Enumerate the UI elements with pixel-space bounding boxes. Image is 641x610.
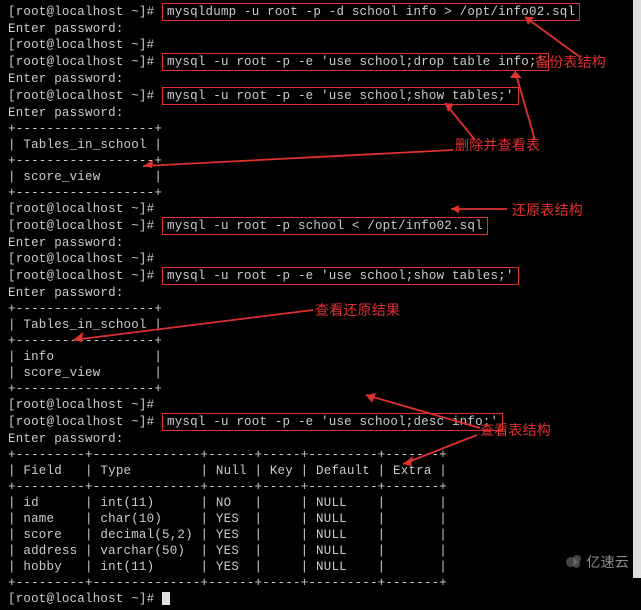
command-show-tables-2: mysql -u root -p -e 'use school;show tab… <box>162 267 519 285</box>
enter-password: Enter password: <box>8 235 633 251</box>
enter-password: Enter password: <box>8 71 633 87</box>
enter-password: Enter password: <box>8 21 633 37</box>
prompt: [root@localhost ~]# <box>8 269 154 283</box>
prompt: [root@localhost ~]# <box>8 219 154 233</box>
desc-header: | Field | Type | Null | Key | Default | … <box>8 463 633 479</box>
prompt: [root@localhost ~]# <box>8 415 154 429</box>
desc-separator: +---------+--------------+------+-----+-… <box>8 575 633 591</box>
desc-separator: +---------+--------------+------+-----+-… <box>8 479 633 495</box>
watermark-text: 亿速云 <box>586 554 629 570</box>
prompt: [root@localhost ~]# <box>8 38 154 52</box>
enter-password: Enter password: <box>8 105 633 121</box>
prompt: [root@localhost ~]# <box>8 55 154 69</box>
prompt: [root@localhost ~]# <box>8 592 154 606</box>
prompt: [root@localhost ~]# <box>8 202 154 216</box>
annotation-view-restore: 查看还原结果 <box>315 300 400 320</box>
prompt: [root@localhost ~]# <box>8 252 154 266</box>
table-separator: +------------------+ <box>8 153 633 169</box>
annotation-restore: 还原表结构 <box>512 200 583 220</box>
command-show-tables-1: mysql -u root -p -e 'use school;show tab… <box>162 87 519 105</box>
prompt: [root@localhost ~]# <box>8 89 154 103</box>
desc-row: | address | varchar(50) | YES | | NULL |… <box>8 543 633 559</box>
window-border <box>633 0 641 578</box>
annotation-delete-show: 删除并查看表 <box>455 135 540 155</box>
desc-separator: +---------+--------------+------+-----+-… <box>8 447 633 463</box>
table-separator: +------------------+ <box>8 333 633 349</box>
table-row: | info | <box>8 349 633 365</box>
enter-password: Enter password: <box>8 285 633 301</box>
table-row: | score_view | <box>8 169 633 185</box>
desc-row: | name | char(10) | YES | | NULL | | <box>8 511 633 527</box>
annotation-view-struct: 查看表结构 <box>480 420 551 440</box>
prompt: [root@localhost ~]# <box>8 5 154 19</box>
prompt: [root@localhost ~]# <box>8 398 154 412</box>
watermark-logo-icon <box>566 555 582 567</box>
command-mysqldump: mysqldump -u root -p -d school info > /o… <box>162 3 580 21</box>
table-separator: +------------------+ <box>8 185 633 201</box>
command-drop-table: mysql -u root -p -e 'use school;drop tab… <box>162 53 549 71</box>
annotation-backup: 备份表结构 <box>535 52 606 72</box>
table-separator: +------------------+ <box>8 381 633 397</box>
terminal-cursor[interactable] <box>162 592 170 605</box>
desc-row: | id | int(11) | NO | | NULL | | <box>8 495 633 511</box>
watermark: 亿速云 <box>566 552 629 572</box>
desc-row: | score | decimal(5,2) | YES | | NULL | … <box>8 527 633 543</box>
command-restore: mysql -u root -p school < /opt/info02.sq… <box>162 217 488 235</box>
table-row: | score_view | <box>8 365 633 381</box>
command-desc-info: mysql -u root -p -e 'use school;desc inf… <box>162 413 503 431</box>
desc-row: | hobby | int(11) | YES | | NULL | | <box>8 559 633 575</box>
